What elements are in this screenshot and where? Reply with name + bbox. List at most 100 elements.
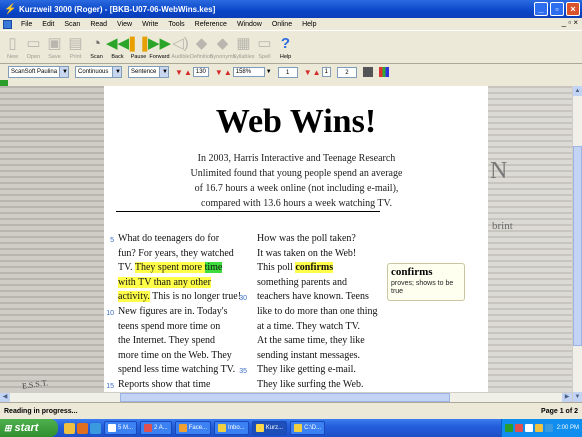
scroll-right-icon[interactable]: ▶ [562, 393, 572, 402]
folder-icon[interactable] [64, 422, 75, 434]
right-page-scan: N brint [488, 86, 572, 402]
speed-value[interactable]: 130 [192, 67, 209, 77]
zoom-spinner[interactable]: ▼ ▲ 158% ▼ [215, 67, 272, 77]
menu-view[interactable]: View [112, 21, 137, 28]
menu-tools[interactable]: Tools [163, 21, 189, 28]
open-button[interactable]: ▭ Open [23, 31, 44, 64]
increase-spacing-icon[interactable]: ▲ [313, 68, 321, 77]
browser-icon[interactable] [90, 422, 101, 434]
menu-reference[interactable]: Reference [190, 21, 232, 28]
taskbar-item-kurzweil[interactable]: Kurz... [251, 421, 288, 435]
menu-online[interactable]: Online [267, 21, 297, 28]
reading-unit-select[interactable]: Sentence ▼ [128, 66, 170, 78]
zoom-value[interactable]: 158% [232, 67, 265, 77]
maximize-button[interactable]: ▫ [550, 2, 564, 16]
taskbar-item[interactable]: Face... [174, 421, 212, 435]
text-line[interactable]: 30 teachers have known. Teens [239, 290, 384, 305]
voice-select[interactable]: ScanSoft Paulina ▼ [8, 66, 70, 78]
document-icon[interactable] [3, 19, 12, 29]
print-button[interactable]: ▤ Print [65, 31, 86, 64]
horizontal-scroll-thumb[interactable] [120, 393, 450, 402]
zoom-in-icon[interactable]: ▲ [224, 68, 232, 77]
text-line[interactable]: 10 New figures are in. Today's [104, 305, 250, 320]
volume-field[interactable]: 1 [277, 66, 298, 78]
decrease-spacing-icon[interactable]: ▼ [304, 68, 312, 77]
text-line[interactable]: At the same time, they like [257, 334, 384, 349]
reading-mode-select[interactable]: Continuous ▼ [75, 66, 123, 78]
menu-edit[interactable]: Edit [37, 21, 59, 28]
media-icon[interactable] [77, 422, 88, 434]
tray-icon[interactable] [504, 424, 513, 432]
text-line[interactable]: sending instant messages. [257, 349, 384, 364]
decrease-speed-icon[interactable]: ▼ [175, 68, 183, 77]
new-button[interactable]: ▯ New [2, 31, 23, 64]
start-button[interactable]: ⊞ start [0, 419, 58, 437]
scroll-left-icon[interactable]: ◀ [0, 393, 10, 402]
save-button[interactable]: ▣ Save [44, 31, 65, 64]
text-line[interactable]: TV. They spent more time [104, 261, 250, 276]
horizontal-scrollbar[interactable]: ◀ ▶ [0, 392, 572, 402]
scroll-down-icon[interactable]: ▼ [573, 392, 582, 402]
tray-icon[interactable] [544, 424, 553, 432]
close-button[interactable]: × [566, 2, 580, 16]
chevron-down-icon: ▼ [112, 67, 122, 77]
spell-button[interactable]: ▭ Spell [254, 31, 275, 64]
speed-spinner[interactable]: ▼ ▲ 130 [175, 67, 209, 77]
spacing-value[interactable]: 1 [321, 67, 331, 77]
text-line[interactable]: How was the poll taken? [257, 232, 384, 247]
increase-speed-icon[interactable]: ▲ [184, 68, 192, 77]
tray-icon[interactable] [524, 424, 533, 432]
vertical-scroll-thumb[interactable] [573, 146, 582, 346]
text-line[interactable]: It was taken on the Web! [257, 247, 384, 262]
text-line[interactable]: more time on the Web. They [104, 349, 250, 364]
pause-button[interactable]: ❚❚ Pause [126, 31, 151, 64]
document-viewport[interactable]: E.S.S.T. N brint Web Wins! In 2003, Harr… [0, 86, 582, 402]
text-line[interactable]: like to do more than one thing [257, 305, 384, 320]
tray-icon[interactable] [534, 424, 543, 432]
back-button[interactable]: ◀◀ Back [106, 31, 129, 64]
vertical-scrollbar[interactable]: ▲ ▼ [572, 86, 582, 402]
left-page-scan: E.S.S.T. [0, 86, 104, 402]
spacing-spinner[interactable]: ▼ ▲ 1 [304, 67, 331, 77]
text-line[interactable]: something parents and [257, 276, 384, 291]
synonyms-button[interactable]: ◆ Synonyms [210, 31, 236, 64]
page-number-field[interactable]: 2 [336, 66, 357, 78]
help-button[interactable]: ? Help [275, 31, 296, 64]
text-line[interactable]: 15 Reports show that time [104, 378, 250, 393]
text-line[interactable]: 5 What do teenagers do for [104, 232, 250, 247]
zoom-out-icon[interactable]: ▼ [215, 68, 223, 77]
color-icon[interactable] [378, 67, 389, 77]
text-line[interactable]: at a time. They watch TV. [257, 320, 384, 335]
text-line[interactable]: 35 They like getting e-mail. [239, 363, 384, 378]
taskbar-item[interactable]: Inbo... [214, 421, 249, 435]
mdi-controls[interactable]: _ ▫ × [562, 18, 578, 27]
article-headline: Web Wins! [215, 103, 377, 140]
taskbar-item[interactable]: 5 M... [104, 421, 138, 435]
syllables-button[interactable]: ▦ Syllables [233, 31, 255, 64]
forward-button[interactable]: ▶▶ Forward [148, 31, 171, 64]
text-line[interactable]: teens spend more time on [104, 320, 250, 335]
tray-icon[interactable] [514, 424, 523, 432]
scan-button[interactable]: ◔ Scan [86, 31, 107, 64]
taskbar-item[interactable]: 2 A... [140, 421, 172, 435]
scroll-up-icon[interactable]: ▲ [573, 86, 582, 96]
text-line[interactable]: This poll confirms [257, 261, 384, 276]
window-icon [108, 424, 116, 432]
text-line[interactable]: They like surfing the Web. [257, 378, 384, 393]
menu-write[interactable]: Write [137, 21, 163, 28]
menu-read[interactable]: Read [85, 21, 112, 28]
menu-help[interactable]: Help [297, 21, 321, 28]
middle-text-column[interactable]: How was the poll taken? It was taken on t… [239, 232, 384, 402]
minimize-button[interactable]: _ [534, 2, 548, 16]
menu-window[interactable]: Window [232, 21, 267, 28]
layout-icon[interactable] [362, 67, 373, 77]
text-line[interactable]: fun? For years, they watched [104, 247, 250, 262]
taskbar-item[interactable]: C:\D... [290, 421, 326, 435]
chevron-down-icon[interactable]: ▼ [266, 69, 272, 75]
document-page[interactable]: Web Wins! In 2003, Harris Interactive an… [104, 86, 488, 402]
text-line[interactable]: the Internet. They spend [104, 334, 250, 349]
audible-button[interactable]: ◁) Audible [170, 31, 191, 64]
text-line[interactable]: with TV than any other [104, 276, 250, 291]
menu-file[interactable]: File [16, 21, 37, 28]
menu-scan[interactable]: Scan [59, 21, 85, 28]
